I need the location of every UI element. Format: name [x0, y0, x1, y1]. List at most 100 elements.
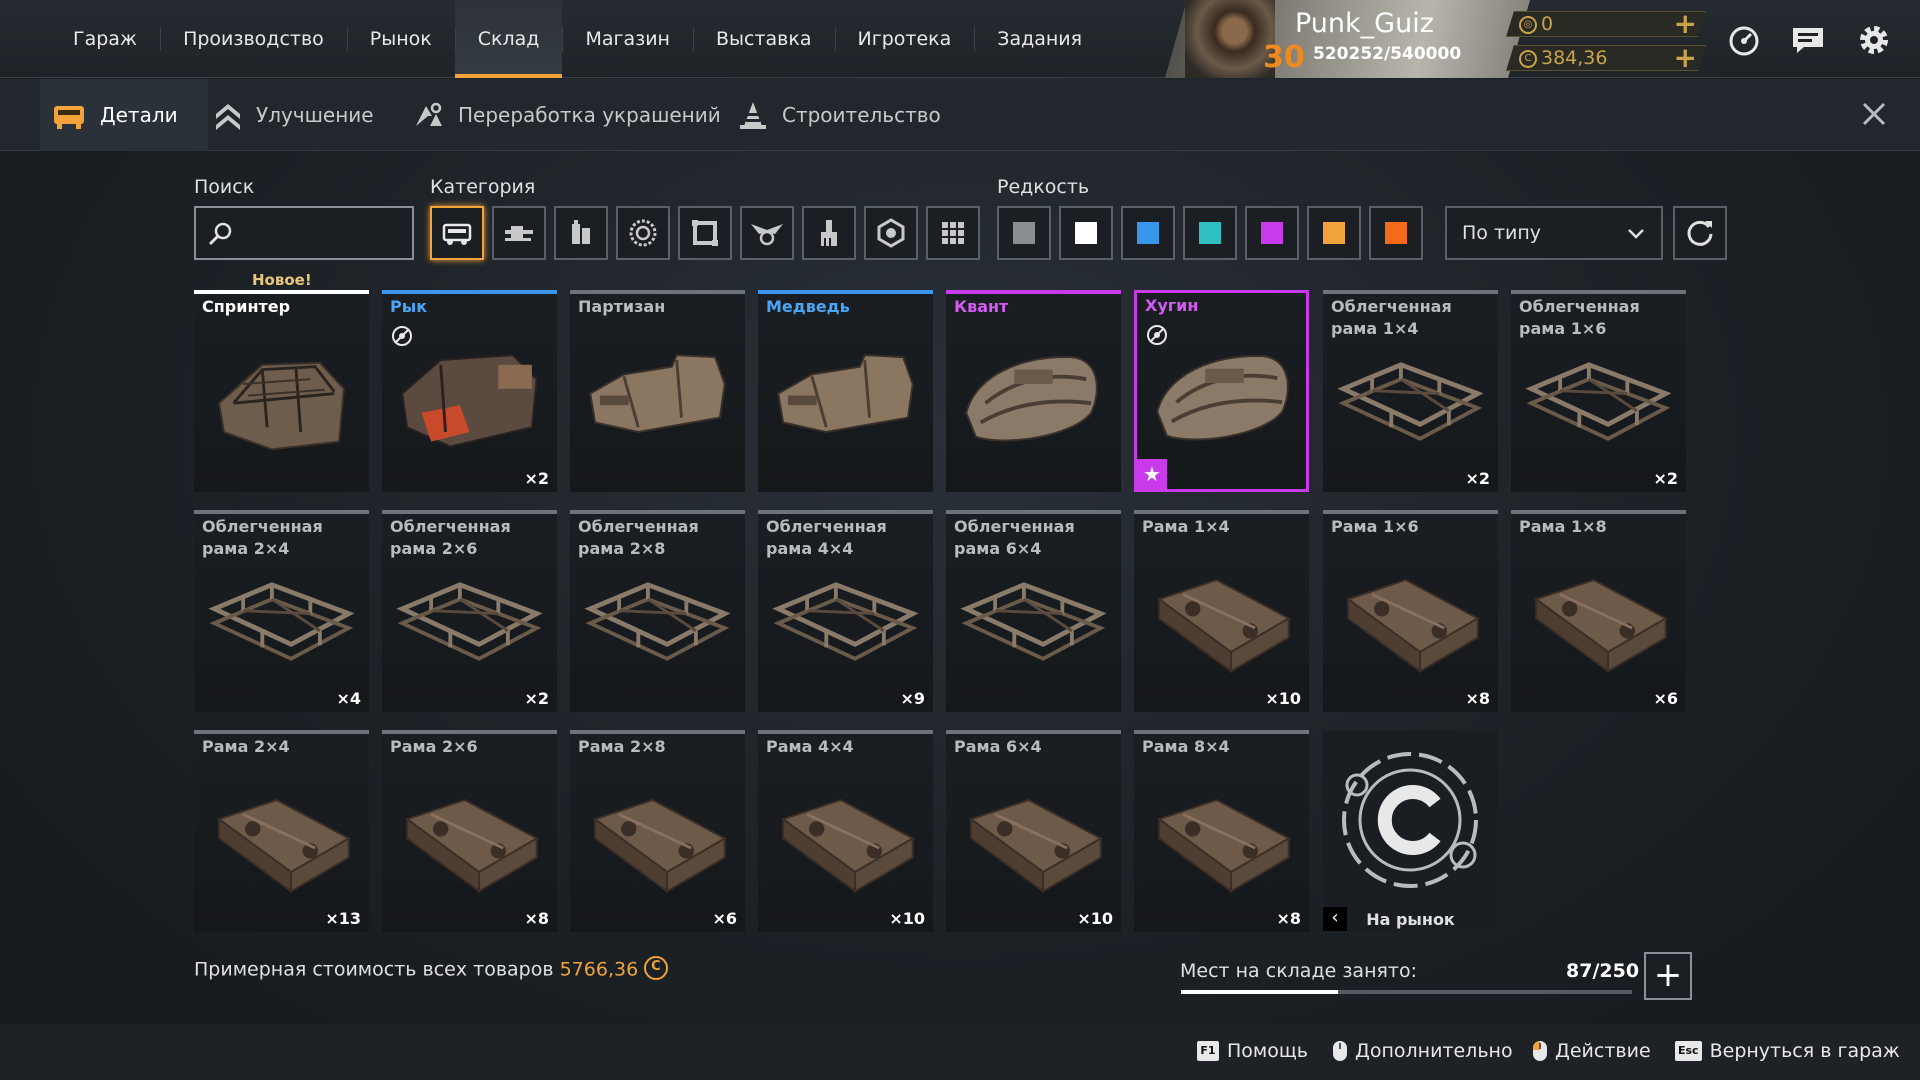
item-name: Облегченная рама 1×4	[1331, 297, 1452, 338]
item-count: ×2	[1465, 469, 1490, 488]
total-value-amount: 5766,36	[559, 958, 639, 981]
category-structure[interactable]	[864, 206, 918, 260]
item-card[interactable]: Хугин ★	[1134, 290, 1309, 492]
nav-missions[interactable]: Задания	[974, 0, 1105, 78]
rarity-swatch	[1323, 222, 1345, 244]
chat-icon[interactable]	[1790, 22, 1826, 58]
upgrade-icon	[216, 104, 240, 130]
sort-dropdown[interactable]: По типу	[1445, 206, 1663, 260]
coupons-value: 0	[1541, 13, 1554, 35]
item-name: Медведь	[766, 297, 850, 316]
item-card[interactable]: Партизан	[570, 290, 745, 492]
player-name: Punk_Guiz	[1295, 8, 1434, 39]
add-coupons-button[interactable]: +	[1674, 11, 1697, 37]
item-card[interactable]: Рама 6×4 ×10	[946, 730, 1121, 932]
back-to-garage-hint[interactable]: Esc Вернуться в гараж	[1675, 1040, 1900, 1062]
paint-icon	[821, 220, 837, 246]
nav-storage[interactable]: Склад	[454, 0, 563, 78]
category-label: Категория	[430, 176, 536, 198]
item-name: Облегченная рама 6×4	[954, 517, 1075, 558]
item-count: ×10	[1077, 909, 1113, 928]
item-card[interactable]: Рама 4×4 ×10	[758, 730, 933, 932]
close-icon[interactable]	[1856, 96, 1892, 132]
item-name: Облегченная рама 4×4	[766, 517, 887, 558]
expand-storage-button[interactable]: +	[1644, 952, 1692, 1000]
coins-value: 384,36	[1541, 47, 1608, 69]
rarity-rare-white[interactable]	[1059, 206, 1113, 260]
item-name: Рама 6×4	[954, 737, 1042, 756]
item-count: ×8	[1465, 689, 1490, 708]
item-card[interactable]: Рама 2×8 ×6	[570, 730, 745, 932]
nav-production[interactable]: Производство	[160, 0, 347, 78]
item-card[interactable]: Облегченная рама 1×4 ×2	[1323, 290, 1498, 492]
gear-icon[interactable]	[1856, 22, 1892, 58]
category-frames[interactable]	[678, 206, 732, 260]
refresh-icon	[1687, 220, 1713, 246]
action-hint[interactable]: Действие	[1533, 1040, 1651, 1062]
sell-on-market-card[interactable]: ‹ На рынок	[1323, 731, 1498, 931]
item-card[interactable]: Рык ×2	[382, 290, 557, 492]
tab-recycle-decor[interactable]: Переработка украшений	[412, 79, 721, 151]
tab-upgrade[interactable]: Улучшение	[214, 79, 374, 151]
category-cabins[interactable]	[430, 206, 484, 260]
category-misc[interactable]	[926, 206, 980, 260]
item-card[interactable]: Облегченная рама 2×6 ×2	[382, 510, 557, 712]
search-input[interactable]	[194, 206, 414, 260]
mouse-left-icon	[1533, 1041, 1547, 1061]
rarity-legendary[interactable]	[1307, 206, 1361, 260]
item-card[interactable]: Рама 2×4 ×13	[194, 730, 369, 932]
add-coins-button[interactable]: +	[1674, 45, 1697, 71]
nav-shop[interactable]: Магазин	[562, 0, 693, 78]
help-hint[interactable]: F1 Помощь	[1197, 1040, 1308, 1062]
nav-playhouse[interactable]: Игротека	[834, 0, 975, 78]
item-card[interactable]: Рама 1×4 ×10	[1134, 510, 1309, 712]
rarity-relic[interactable]	[1369, 206, 1423, 260]
item-card[interactable]: Рама 8×4 ×8	[1134, 730, 1309, 932]
player-panel[interactable]: Punk_Guiz 30 520252/540000	[1165, 0, 1530, 78]
item-name: Квант	[954, 297, 1009, 316]
coupon-icon: ◎	[1519, 16, 1537, 34]
reset-filters-button[interactable]	[1673, 206, 1727, 260]
item-card[interactable]: Рама 2×6 ×8	[382, 730, 557, 932]
speedometer-icon[interactable]	[1726, 22, 1762, 58]
more-hint[interactable]: Дополнительно	[1333, 1040, 1513, 1062]
item-card[interactable]: Квант	[946, 290, 1121, 492]
category-decor[interactable]	[740, 206, 794, 260]
sell-on-market-label: На рынок	[1366, 910, 1455, 929]
item-card[interactable]: Медведь	[758, 290, 933, 492]
item-count: ×13	[325, 909, 361, 928]
item-name: Облегченная рама 2×4	[202, 517, 323, 558]
item-thumbnail-icon	[218, 361, 345, 451]
storage-label: Мест на складе занято:	[1180, 960, 1418, 982]
category-modules[interactable]	[554, 206, 608, 260]
item-count: ×6	[712, 909, 737, 928]
item-card[interactable]: Рама 1×8 ×6	[1511, 510, 1686, 712]
item-card[interactable]: Рама 1×6 ×8	[1323, 510, 1498, 712]
tab-parts[interactable]: Детали	[40, 79, 208, 151]
rarity-rare[interactable]	[1121, 206, 1175, 260]
item-name: Рык	[390, 297, 428, 316]
tab-construction[interactable]: Строительство	[738, 79, 941, 151]
nav-market[interactable]: Рынок	[346, 0, 455, 78]
item-card[interactable]: Спринтер	[194, 290, 369, 492]
category-weapons[interactable]	[492, 206, 546, 260]
parts-icon	[54, 106, 84, 129]
item-card[interactable]: Облегченная рама 6×4	[946, 510, 1121, 712]
nav-garage[interactable]: Гараж	[50, 0, 160, 78]
item-card[interactable]: Облегченная рама 2×8	[570, 510, 745, 712]
item-thumbnail-icon	[1157, 798, 1291, 894]
nav-exhibition[interactable]: Выставка	[692, 0, 835, 78]
rarity-special[interactable]	[1183, 206, 1237, 260]
rarity-common[interactable]	[997, 206, 1051, 260]
category-wheels[interactable]	[616, 206, 670, 260]
item-thumbnail-icon	[1337, 362, 1484, 441]
favorite-star-icon[interactable]: ★	[1137, 459, 1167, 489]
coin-icon: C	[1519, 50, 1537, 68]
item-card[interactable]: Облегченная рама 4×4 ×9	[758, 510, 933, 712]
item-card[interactable]: Облегченная рама 2×4 ×4	[194, 510, 369, 712]
rarity-epic[interactable]	[1245, 206, 1299, 260]
coupons-currency: ◎ 0 +	[1506, 11, 1706, 37]
item-card[interactable]: Облегченная рама 1×6 ×2	[1511, 290, 1686, 492]
category-paint[interactable]	[802, 206, 856, 260]
item-count: ×8	[524, 909, 549, 928]
